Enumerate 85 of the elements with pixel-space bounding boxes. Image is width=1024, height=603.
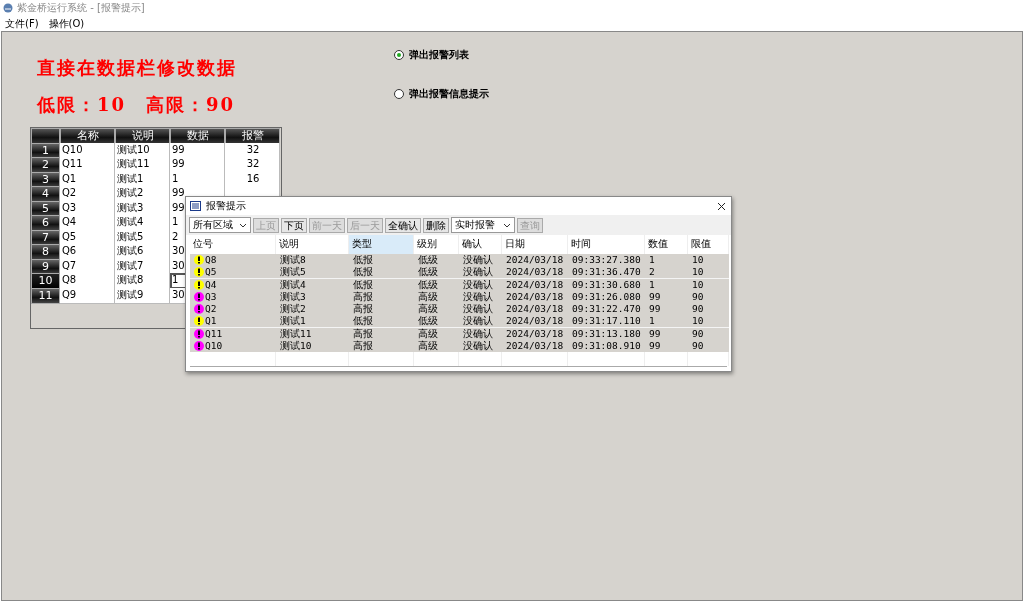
table-cell: 没确认 (459, 315, 502, 329)
row-header[interactable]: 8 (31, 244, 60, 260)
column-header: 名称 (60, 128, 115, 144)
table-cell: 09:31:17.110 (568, 315, 645, 329)
radio-button[interactable] (394, 50, 404, 60)
column-header[interactable]: 时间 (568, 235, 645, 254)
dropdown[interactable]: 所有区域 (189, 217, 251, 233)
tag-text: Q5 (205, 266, 217, 279)
tag-text: Q11 (205, 327, 223, 340)
dropdown-caret-icon (503, 222, 511, 228)
column-header: 报警 (225, 128, 280, 144)
alarm-icon (194, 267, 204, 278)
row-header[interactable]: 6 (31, 215, 60, 231)
alarm-icon (194, 255, 204, 265)
table-cell[interactable]: 测试8 (115, 273, 170, 289)
table-cell: 2024/03/18 (502, 315, 568, 329)
window-icon (190, 201, 201, 211)
radio-label: 弹出报警信息提示 (409, 87, 489, 101)
column-header[interactable]: 级别 (414, 235, 459, 254)
column-header[interactable]: 数值 (645, 235, 688, 254)
table-cell: 09:31:36.470 (568, 266, 645, 280)
menu-item[interactable]: 操作(O) (48, 16, 85, 31)
table-cell: 没确认 (459, 266, 502, 280)
dropdown-caret-icon (239, 222, 247, 228)
table-cell: 10 (688, 315, 729, 329)
toolbar-button[interactable]: 全确认 (385, 217, 421, 233)
radio-option[interactable]: 弹出报警列表 (394, 48, 489, 62)
table-cell: 10 (688, 266, 729, 280)
close-button[interactable] (715, 200, 727, 212)
radio-option[interactable]: 弹出报警信息提示 (394, 87, 489, 101)
tag-text: Q8 (205, 254, 217, 266)
table-cell: 测试5 (276, 266, 349, 280)
column-header[interactable]: 限值 (688, 235, 729, 254)
dropdown[interactable]: 实时报警 (451, 217, 515, 233)
table-cell: 1 (645, 315, 688, 329)
instruction-heading: 直接在数据栏修改数据 (37, 56, 238, 76)
table-cell[interactable]: 测试11 (115, 157, 170, 173)
table-cell[interactable]: 测试2 (115, 186, 170, 202)
column-header[interactable]: 说明 (276, 235, 349, 254)
column-header[interactable]: 类型 (349, 235, 414, 254)
table-cell[interactable]: 测试6 (115, 244, 170, 260)
tag-text: Q3 (205, 290, 217, 303)
table-cell[interactable]: Q8 (60, 273, 115, 289)
row-header[interactable]: 4 (31, 186, 60, 202)
close-icon (716, 201, 726, 211)
alarm-icon (194, 279, 204, 290)
alarm-icon (194, 341, 204, 352)
app-icon (3, 3, 13, 13)
radio-label: 弹出报警列表 (409, 48, 469, 62)
table-cell[interactable]: Q11 (60, 157, 115, 173)
column-header: 数据 (170, 128, 225, 144)
table-cell: 低级 (414, 266, 459, 280)
table-cell: 2024/03/18 (502, 266, 568, 280)
alarm-icon (194, 328, 204, 339)
menu-item[interactable]: 文件(F) (5, 16, 39, 31)
alarm-icon (194, 291, 204, 302)
table-cell: 2 (645, 266, 688, 280)
column-header: 说明 (115, 128, 170, 144)
table-cell[interactable]: Q4 (60, 215, 115, 231)
toolbar-button[interactable]: 下页 (281, 217, 307, 233)
window-title-text: 紫金桥运行系统 - [报警提示] (17, 1, 145, 15)
toolbar-button[interactable]: 删除 (423, 217, 449, 233)
radio-button[interactable] (394, 89, 404, 99)
instruction-heading: 低限：10 高限：90 (37, 93, 237, 113)
column-header[interactable]: 确认 (459, 235, 502, 254)
dialog-title: 报警提示 (206, 199, 247, 213)
table-cell: 低报 (349, 315, 414, 329)
table-cell[interactable]: Q6 (60, 244, 115, 260)
tag-text: Q10 (205, 340, 223, 353)
row-header[interactable]: 10 (31, 273, 60, 289)
table-cell: 低报 (349, 266, 414, 280)
table-cell: 测试1 (276, 315, 349, 329)
tag-text: Q1 (205, 315, 217, 328)
table-cell[interactable]: 32 (225, 157, 280, 173)
corner-header (31, 128, 60, 144)
alarm-icon (194, 316, 204, 327)
table-cell: 低级 (414, 315, 459, 329)
table-cell[interactable]: Q2 (60, 186, 115, 202)
row-header[interactable]: 2 (31, 157, 60, 173)
tag-text: Q2 (205, 303, 217, 316)
table-cell[interactable]: 99 (170, 157, 225, 173)
table-cell[interactable]: 测试4 (115, 215, 170, 231)
column-header[interactable]: 位号 (190, 235, 276, 254)
alarm-icon (194, 304, 204, 315)
tag-text: Q4 (205, 278, 217, 291)
